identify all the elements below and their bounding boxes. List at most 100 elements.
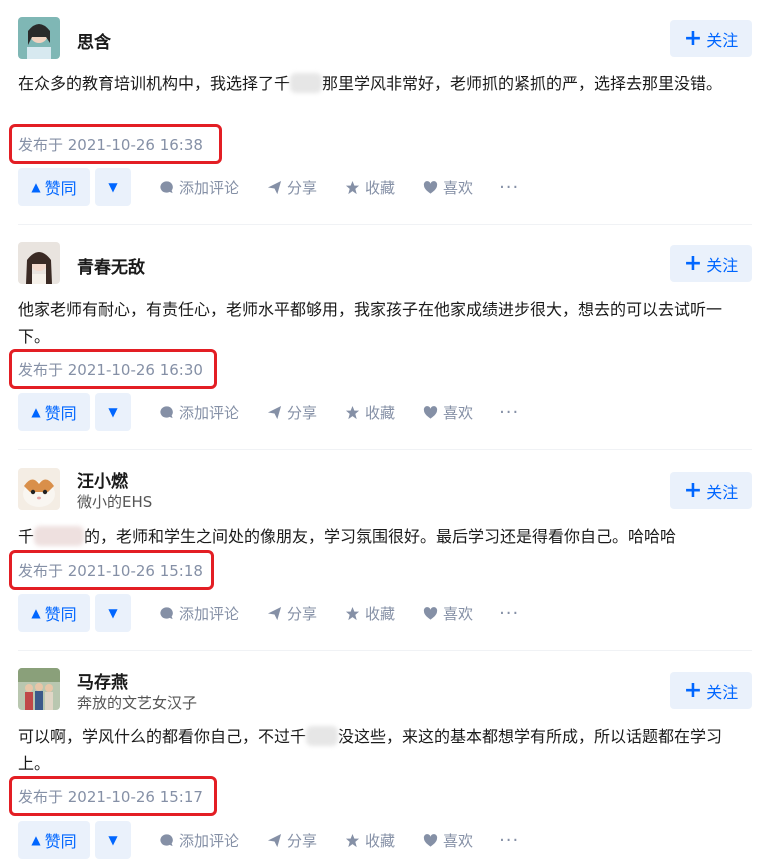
share-icon — [267, 833, 282, 847]
author-bio: 微小的EHS — [77, 493, 153, 511]
follow-button[interactable]: + 关注 — [670, 672, 752, 709]
comment-icon — [160, 606, 173, 619]
like-label: 喜欢 — [443, 604, 474, 623]
comment-label: 添加评论 — [179, 604, 240, 623]
upvote-button[interactable]: ▲ 赞同 — [18, 168, 90, 206]
answer-content: 可以啊，学风什么的都看你自己，不过千 没这些，来这的基本都想学有所成，所以话题都在… — [18, 723, 746, 777]
collect-label: 收藏 — [365, 403, 396, 422]
publish-time: 发布于 2021-10-26 15:17 — [18, 788, 203, 806]
action-bar: ▲ 赞同 ▼ 添加评论 分享 收藏 喜欢 ··· — [18, 594, 519, 632]
publish-time: 发布于 2021-10-26 16:30 — [18, 361, 203, 379]
plus-icon: + — [683, 250, 703, 276]
author-bio: 奔放的文艺女汉子 — [77, 694, 198, 712]
redacted-text — [306, 726, 339, 746]
collect-label: 收藏 — [365, 831, 396, 850]
author-name[interactable]: 思含 — [77, 28, 111, 53]
comment-button[interactable]: 添加评论 — [159, 177, 239, 198]
author-name[interactable]: 青春无敌 — [77, 253, 145, 278]
comment-button[interactable]: 添加评论 — [159, 830, 239, 851]
comment-icon — [160, 180, 173, 193]
upvote-button[interactable]: ▲ 赞同 — [18, 594, 90, 632]
content-text: 千 — [18, 527, 35, 546]
answer-content: 他家老师有耐心，有责任心，老师水平都够用，我家孩子在他家成绩进步很大，想去的可以… — [18, 296, 746, 350]
like-button[interactable]: 喜欢 — [423, 177, 473, 198]
follow-button[interactable]: + 关注 — [670, 245, 752, 282]
follow-label: 关注 — [706, 482, 739, 502]
avatar[interactable] — [18, 668, 60, 710]
avatar[interactable] — [18, 242, 60, 284]
upvote-button[interactable]: ▲ 赞同 — [18, 393, 90, 431]
downvote-icon: ▼ — [108, 180, 118, 194]
more-button[interactable]: ··· — [499, 603, 519, 624]
downvote-button[interactable]: ▼ — [95, 821, 131, 859]
comment-button[interactable]: 添加评论 — [159, 603, 239, 624]
publish-time: 发布于 2021-10-26 16:38 — [18, 136, 203, 154]
upvote-label: 赞同 — [44, 832, 77, 851]
like-button[interactable]: 喜欢 — [423, 603, 473, 624]
star-icon — [345, 405, 360, 419]
avatar[interactable] — [18, 468, 60, 510]
upvote-icon: ▲ — [31, 180, 41, 194]
upvote-button[interactable]: ▲ 赞同 — [18, 821, 90, 859]
share-icon — [267, 405, 282, 419]
follow-button[interactable]: + 关注 — [670, 472, 752, 509]
comment-icon — [160, 833, 173, 846]
share-label: 分享 — [287, 831, 318, 850]
like-button[interactable]: 喜欢 — [423, 830, 473, 851]
downvote-icon: ▼ — [108, 606, 118, 620]
comment-button[interactable]: 添加评论 — [159, 402, 239, 423]
divider — [18, 224, 752, 225]
star-icon — [345, 606, 360, 620]
upvote-icon: ▲ — [31, 606, 41, 620]
heart-icon — [423, 180, 438, 194]
collect-button[interactable]: 收藏 — [345, 177, 395, 198]
redacted-text — [290, 73, 323, 93]
share-icon — [267, 606, 282, 620]
heart-icon — [423, 833, 438, 847]
share-label: 分享 — [287, 178, 318, 197]
collect-label: 收藏 — [365, 178, 396, 197]
content-text: 他家老师有耐心，有责任心，老师水平都够用，我家孩子在他家成绩进步很大，想去的可以… — [18, 300, 723, 346]
share-button[interactable]: 分享 — [267, 830, 317, 851]
like-label: 喜欢 — [443, 403, 474, 422]
share-icon — [267, 180, 282, 194]
collect-button[interactable]: 收藏 — [345, 603, 395, 624]
redacted-text — [34, 526, 85, 546]
star-icon — [345, 180, 360, 194]
plus-icon: + — [683, 477, 703, 503]
follow-button[interactable]: + 关注 — [670, 20, 752, 57]
follow-label: 关注 — [706, 682, 739, 702]
share-label: 分享 — [287, 604, 318, 623]
heart-icon — [423, 405, 438, 419]
downvote-button[interactable]: ▼ — [95, 168, 131, 206]
more-button[interactable]: ··· — [499, 402, 519, 423]
collect-button[interactable]: 收藏 — [345, 402, 395, 423]
follow-label: 关注 — [706, 30, 739, 50]
like-label: 喜欢 — [443, 831, 474, 850]
collect-button[interactable]: 收藏 — [345, 830, 395, 851]
action-bar: ▲ 赞同 ▼ 添加评论 分享 收藏 喜欢 ··· — [18, 821, 519, 859]
share-button[interactable]: 分享 — [267, 177, 317, 198]
content-text: 在众多的教育培训机构中，我选择了千 — [18, 74, 291, 93]
downvote-button[interactable]: ▼ — [95, 393, 131, 431]
answer-content: 在众多的教育培训机构中，我选择了千 那里学风非常好，老师抓的紧抓的严，选择去那里没… — [18, 70, 746, 97]
like-button[interactable]: 喜欢 — [423, 402, 473, 423]
plus-icon: + — [683, 677, 703, 703]
comment-label: 添加评论 — [179, 178, 240, 197]
comment-label: 添加评论 — [179, 831, 240, 850]
share-button[interactable]: 分享 — [267, 603, 317, 624]
upvote-icon: ▲ — [31, 405, 41, 419]
author-name[interactable]: 汪小燃 — [77, 467, 128, 492]
share-button[interactable]: 分享 — [267, 402, 317, 423]
more-button[interactable]: ··· — [499, 830, 519, 851]
follow-label: 关注 — [706, 255, 739, 275]
like-label: 喜欢 — [443, 178, 474, 197]
avatar[interactable] — [18, 17, 60, 59]
action-bar: ▲ 赞同 ▼ 添加评论 分享 收藏 喜欢 ··· — [18, 168, 519, 206]
more-button[interactable]: ··· — [499, 177, 519, 198]
author-name[interactable]: 马存燕 — [77, 668, 128, 693]
upvote-label: 赞同 — [44, 179, 77, 198]
downvote-button[interactable]: ▼ — [95, 594, 131, 632]
upvote-label: 赞同 — [44, 605, 77, 624]
comment-label: 添加评论 — [179, 403, 240, 422]
